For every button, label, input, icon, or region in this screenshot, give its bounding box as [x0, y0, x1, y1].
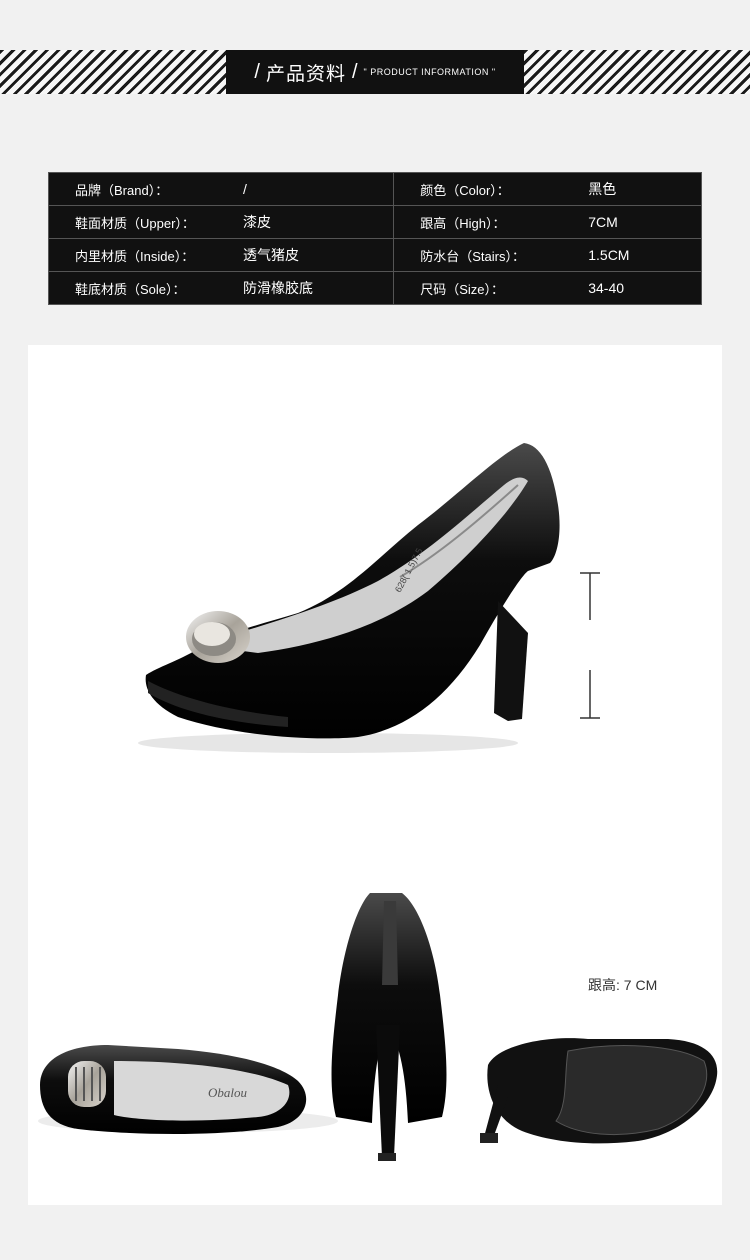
section-title: / 产品资料 / " PRODUCT INFORMATION " [226, 50, 524, 94]
spec-value-sole: 防滑橡胶底 [243, 280, 313, 296]
heel-height-measure [580, 572, 600, 719]
section-title-en: " PRODUCT INFORMATION " [363, 67, 496, 77]
spec-label-upper: 鞋面材质（Upper）： [75, 215, 195, 231]
shoe-top-view: Obalou [38, 1045, 338, 1134]
heel-height-caption: 跟高: [588, 977, 620, 993]
spec-label-brand: 品牌（Brand）： [75, 182, 169, 198]
shoe-back-view [331, 893, 447, 1161]
insole-logo: Obalou [208, 1085, 248, 1100]
spec-label-inside: 内里材质（Inside）： [75, 248, 195, 264]
spec-row: 品牌（Brand）： / 颜色（Color）： 黑色 [47, 172, 702, 206]
title-slash-2: / [351, 60, 358, 83]
product-photo-panel: 628( 1.5)7.5 Obalou 跟高: 7 CM [28, 345, 722, 1205]
spec-table: 品牌（Brand）： / 颜色（Color）： 黑色 鞋面材质（Upper）： 漆皮 … [47, 172, 702, 305]
product-photos: 628( 1.5)7.5 Obalou [38, 443, 718, 1161]
spec-row: 鞋底材质（Sole）： 防滑橡胶底 尺码（Size）： 34-40 [47, 271, 702, 305]
section-title-zh: 产品资料 [265, 63, 346, 85]
spec-label-size: 尺码（Size）： [420, 281, 505, 297]
heel-height-value: 7 CM [623, 977, 658, 993]
spec-value-brand: / [243, 181, 247, 197]
hatch-decoration-right [524, 50, 750, 94]
spec-row: 内里材质（Inside）： 透气猪皮 防水台（Stairs）： 1.5CM [47, 238, 702, 272]
section-banner: / 产品资料 / " PRODUCT INFORMATION " [0, 50, 750, 94]
shoe-side-view: 628( 1.5)7.5 [138, 443, 560, 753]
title-slash: / [254, 60, 260, 83]
spec-value-upper: 漆皮 [243, 214, 271, 230]
shoe-sole-view [480, 1038, 718, 1144]
spec-value-size: 34-40 [588, 280, 625, 296]
spec-row: 鞋面材质（Upper）： 漆皮 跟高（High）： 7CM [47, 205, 702, 239]
heel-height-label: 跟高: 7 CM [588, 975, 657, 995]
spec-value-inside: 透气猪皮 [243, 247, 299, 263]
spec-value-high: 7CM [588, 214, 618, 230]
hatch-decoration-left [0, 50, 226, 94]
spec-value-color: 黑色 [588, 181, 617, 197]
spec-label-high: 跟高（High）： [420, 215, 506, 231]
spec-label-stairs: 防水台（Stairs）： [420, 248, 525, 264]
spec-value-stairs: 1.5CM [588, 247, 630, 263]
spec-label-sole: 鞋底材质（Sole）： [75, 281, 186, 297]
spec-label-color: 颜色（Color）： [420, 182, 510, 198]
